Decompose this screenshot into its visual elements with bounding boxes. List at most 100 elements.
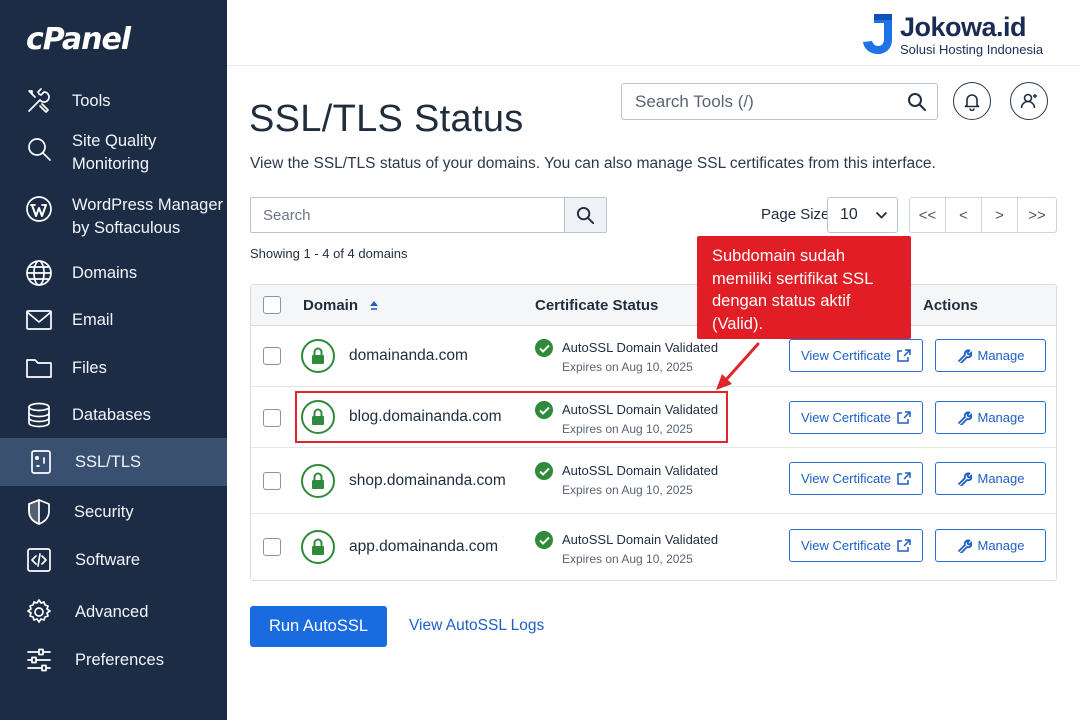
annotation-callout: Subdomain sudah memiliki sertifikat SSL … — [697, 236, 911, 339]
view-certificate-button[interactable]: View Certificate — [789, 339, 923, 372]
search-tools-field[interactable] — [621, 83, 938, 120]
sidebar-item-ssl-tls[interactable]: SSL/TLS — [0, 438, 227, 486]
row-checkbox[interactable] — [263, 409, 281, 427]
sidebar-item-label: Software — [75, 550, 141, 569]
search-icon[interactable] — [907, 92, 927, 117]
external-link-icon — [897, 538, 911, 552]
sidebar-item-domains[interactable]: Domains — [0, 258, 227, 288]
sidebar-item-preferences[interactable]: Preferences — [0, 645, 227, 675]
table-row: shop.domainanda.com AutoSSL Domain Valid… — [251, 448, 1056, 514]
sidebar-item-security[interactable]: Security — [0, 497, 227, 527]
sidebar-item-site-quality[interactable]: Site Quality Monitoring — [0, 130, 227, 178]
sidebar-item-wordpress[interactable]: WordPress Manager by Softaculous — [0, 194, 227, 242]
wrench-icon — [957, 472, 972, 486]
globe-icon — [24, 258, 54, 288]
manage-button[interactable]: Manage — [935, 529, 1046, 562]
sidebar-item-label: Tools — [72, 91, 111, 110]
run-autossl-button[interactable]: Run AutoSSL — [250, 606, 387, 647]
code-icon — [24, 545, 54, 575]
search-tools-input[interactable] — [635, 91, 895, 112]
sidebar-item-label: Email — [72, 310, 114, 329]
pagination: << < > >> — [909, 197, 1057, 233]
brand-logo: Jokowa.id Solusi Hosting Indonesia — [860, 10, 1060, 58]
manage-button[interactable]: Manage — [935, 339, 1046, 372]
first-page-button[interactable]: << — [910, 198, 946, 232]
page-title: SSL/TLS Status — [249, 98, 524, 140]
highlight-box — [295, 391, 728, 443]
gear-icon — [24, 597, 54, 627]
sort-ascending-icon — [370, 301, 379, 310]
sidebar-item-label: WordPress Manager by Softaculous — [72, 196, 224, 237]
folder-icon — [24, 353, 54, 383]
sidebar-item-label: Domains — [72, 263, 138, 282]
select-all-checkbox[interactable] — [263, 296, 281, 314]
wrench-icon — [957, 349, 972, 363]
page-size-select[interactable]: 10 — [827, 197, 898, 233]
arrow-icon — [716, 342, 760, 390]
page-size-value: 10 — [840, 206, 858, 223]
wrench-icon — [957, 411, 972, 425]
tools-icon — [24, 86, 54, 116]
external-link-icon — [897, 471, 911, 485]
row-checkbox[interactable] — [263, 538, 281, 556]
manage-button[interactable]: Manage — [935, 401, 1046, 434]
magnifier-icon — [24, 134, 54, 164]
sidebar-item-advanced[interactable]: Advanced — [0, 597, 227, 627]
view-autossl-logs-link[interactable]: View AutoSSL Logs — [409, 617, 544, 635]
sidebar-item-label: Files — [72, 358, 107, 377]
sidebar-item-software[interactable]: Software — [0, 545, 227, 575]
actions-column-header: Actions — [923, 297, 979, 314]
external-link-icon — [897, 410, 911, 424]
user-icon — [1020, 93, 1037, 109]
table-row: domainanda.com AutoSSL Domain Validated … — [251, 326, 1056, 387]
cpanel-logo[interactable]: cPanel — [26, 22, 131, 57]
view-certificate-button[interactable]: View Certificate — [789, 401, 923, 434]
view-certificate-button[interactable]: View Certificate — [789, 462, 923, 495]
sidebar-item-databases[interactable]: Databases — [0, 400, 227, 430]
domain-name: domainanda.com — [349, 347, 468, 364]
page-size-label: Page Size — [761, 206, 830, 223]
sidebar-item-email[interactable]: Email — [0, 305, 227, 335]
row-checkbox[interactable] — [263, 472, 281, 490]
notifications-button[interactable] — [953, 82, 991, 120]
search-icon — [576, 206, 595, 224]
certificate-status: AutoSSL Domain Validated — [562, 463, 719, 478]
results-count: Showing 1 - 4 of 4 domains — [250, 246, 408, 261]
bell-icon — [964, 94, 980, 111]
envelope-icon — [24, 305, 54, 335]
prev-page-button[interactable]: < — [946, 198, 982, 232]
sidebar-item-label: Advanced — [75, 602, 149, 621]
domain-name: shop.domainanda.com — [349, 472, 506, 489]
user-account-button[interactable] — [1010, 82, 1048, 120]
expiry-date: Expires on Aug 10, 2025 — [562, 483, 693, 497]
view-certificate-button[interactable]: View Certificate — [789, 529, 923, 562]
domain-column-header[interactable]: Domain — [303, 297, 380, 314]
sidebar-item-label: Security — [74, 502, 134, 521]
sidebar-item-label: Databases — [72, 405, 151, 424]
row-checkbox[interactable] — [263, 347, 281, 365]
shield-icon — [24, 497, 54, 527]
page-description: View the SSL/TLS status of your domains.… — [250, 155, 936, 172]
domain-header-label: Domain — [303, 297, 359, 314]
lock-icon — [301, 530, 335, 564]
wordpress-icon — [24, 194, 54, 224]
manage-button[interactable]: Manage — [935, 462, 1046, 495]
sidebar-item-files[interactable]: Files — [0, 353, 227, 383]
wrench-icon — [957, 539, 972, 553]
check-circle-icon — [535, 531, 553, 549]
certificate-status: AutoSSL Domain Validated — [562, 532, 719, 547]
brand-name: Jokowa.id — [900, 12, 1027, 42]
jokowa-logo-icon — [863, 14, 892, 54]
lock-icon — [301, 339, 335, 373]
expiry-date: Expires on Aug 10, 2025 — [562, 360, 693, 374]
last-page-button[interactable]: >> — [1018, 198, 1056, 232]
domain-name: app.domainanda.com — [349, 538, 499, 555]
chevron-down-icon — [875, 211, 888, 219]
sidebar: cPanel Tools Site Quality Monitoring Wor… — [0, 0, 227, 720]
next-page-button[interactable]: > — [982, 198, 1018, 232]
sidebar-item-label: Site Quality Monitoring — [72, 132, 157, 173]
domain-search-button[interactable] — [564, 198, 606, 232]
domain-search-input[interactable] — [251, 198, 564, 232]
sliders-icon — [24, 645, 54, 675]
sidebar-item-tools[interactable]: Tools — [0, 86, 227, 116]
